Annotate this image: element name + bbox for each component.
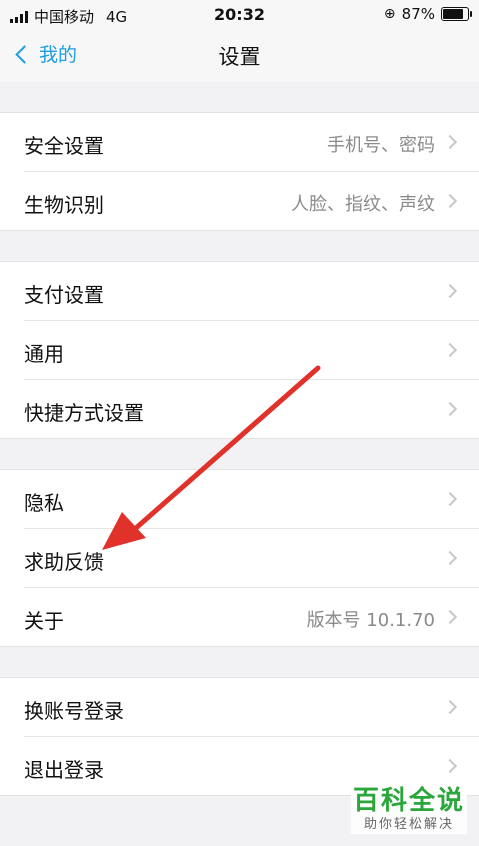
setting-row-general[interactable]: 通用: [24, 321, 479, 380]
settings-group-3: 隐私 求助反馈 关于 版本号 10.1.70: [0, 469, 479, 647]
section-gap: [0, 231, 479, 261]
section-gap: [0, 82, 479, 112]
settings-list: 安全设置 手机号、密码 生物识别 人脸、指纹、声纹 支付设置 通用 快捷方式设置…: [0, 82, 479, 796]
setting-value: 版本号 10.1.70: [306, 610, 435, 631]
chevron-right-icon: [442, 609, 458, 625]
setting-label: 换账号登录: [24, 699, 124, 723]
setting-row-help-feedback[interactable]: 求助反馈: [24, 529, 479, 588]
status-bar: 中国移动 4G 20:32 ⊕ 87%: [0, 0, 479, 30]
setting-label: 退出登录: [24, 758, 104, 782]
settings-group-2: 支付设置 通用 快捷方式设置: [0, 261, 479, 439]
section-gap: [0, 647, 479, 677]
watermark-subtitle: 助你轻松解决: [363, 817, 454, 832]
setting-row-about[interactable]: 关于 版本号 10.1.70: [24, 588, 479, 646]
chevron-right-icon: [442, 758, 458, 774]
battery-icon: [441, 7, 472, 21]
rotation-lock-icon: ⊕: [383, 6, 396, 22]
chevron-right-icon: [442, 550, 458, 566]
setting-label: 关于: [24, 609, 64, 633]
settings-group-1: 安全设置 手机号、密码 生物识别 人脸、指纹、声纹: [0, 112, 479, 231]
chevron-right-icon: [442, 699, 458, 715]
setting-label: 求助反馈: [24, 550, 104, 574]
setting-label: 支付设置: [24, 283, 104, 307]
setting-label: 生物识别: [24, 193, 104, 217]
watermark: 百科全说 助你轻松解决: [351, 786, 467, 834]
status-right: ⊕ 87%: [383, 5, 472, 23]
section-gap: [0, 439, 479, 469]
setting-row-biometric[interactable]: 生物识别 人脸、指纹、声纹: [24, 172, 479, 230]
setting-row-security[interactable]: 安全设置 手机号、密码: [24, 113, 479, 172]
settings-group-4: 换账号登录 退出登录: [0, 677, 479, 796]
chevron-right-icon: [442, 401, 458, 417]
setting-label: 安全设置: [24, 134, 104, 158]
setting-label: 快捷方式设置: [24, 401, 144, 425]
setting-row-privacy[interactable]: 隐私: [24, 470, 479, 529]
watermark-title: 百科全说: [352, 786, 465, 816]
chevron-right-icon: [442, 283, 458, 299]
chevron-right-icon: [442, 134, 458, 150]
setting-row-shortcuts[interactable]: 快捷方式设置: [24, 380, 479, 438]
setting-label: 隐私: [24, 491, 64, 515]
setting-value: 手机号、密码: [327, 135, 435, 156]
battery-percent: 87%: [401, 5, 435, 23]
setting-row-payment[interactable]: 支付设置: [24, 262, 479, 321]
chevron-right-icon: [442, 193, 458, 209]
chevron-right-icon: [442, 491, 458, 507]
setting-value: 人脸、指纹、声纹: [291, 194, 435, 215]
page-title: 设置: [218, 45, 261, 69]
navigation-bar: 我的 设置: [0, 30, 479, 83]
chevron-right-icon: [442, 342, 458, 358]
setting-label: 通用: [24, 342, 64, 366]
setting-row-switch-account[interactable]: 换账号登录: [24, 678, 479, 737]
